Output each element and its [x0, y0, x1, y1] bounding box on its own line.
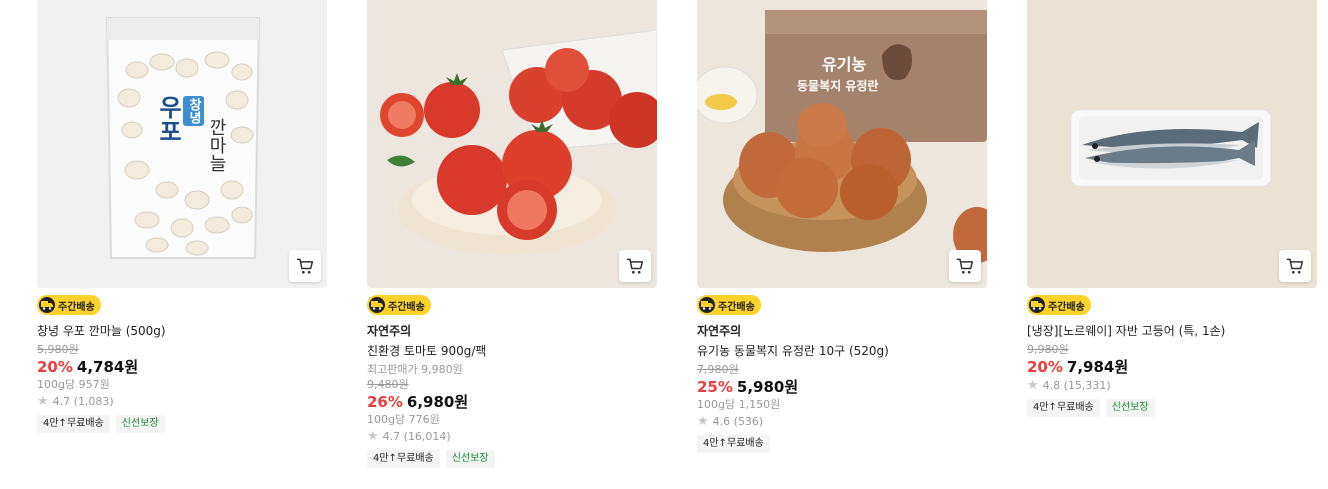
star-icon: ★ — [367, 429, 379, 444]
product-name[interactable]: 유기농 동물복지 유정란 10구 (520g) — [697, 343, 987, 359]
add-to-cart-button[interactable] — [289, 250, 321, 282]
price-row: 20% 4,784원 — [37, 357, 327, 377]
delivery-badge: 주간배송 — [37, 295, 101, 315]
tag-list: 4만↑무료배송 신선보장 — [37, 415, 327, 433]
product-card[interactable]: 주간배송 [냉장][노르웨이] 자반 고등어 (특, 1손) 9,980원 20… — [1027, 0, 1317, 417]
badge-label: 주간배송 — [58, 301, 95, 313]
rating: ★ 4.6 (536) — [697, 413, 987, 431]
mackerel-image — [1027, 0, 1317, 288]
add-to-cart-button[interactable] — [1279, 250, 1311, 282]
free-shipping-tag: 4만↑무료배송 — [1027, 399, 1100, 417]
discount-rate: 25% — [697, 378, 733, 396]
product-card[interactable]: 주간배송 자연주의 친환경 토마토 900g/팩 최고판매가 9,980원 9,… — [367, 0, 657, 468]
price-row: 20% 7,984원 — [1027, 357, 1317, 377]
brand-name: 자연주의 — [367, 324, 412, 338]
unit-price: 100g당 1,150원 — [697, 398, 781, 411]
rating-value: 4.6 (536) — [712, 415, 764, 428]
cart-icon — [296, 258, 314, 274]
product-card[interactable]: 우포 창녕 깐마늘 주간배송 창녕 우포 깐마늘 (500g) 5,980원 2… — [37, 0, 327, 433]
tag-list: 4만↑무료배송 신선보장 — [367, 450, 657, 468]
badge-label: 주간배송 — [1048, 301, 1085, 313]
rating: ★ 4.7 (16,014) — [367, 428, 657, 446]
package-organic-label: 유기농 — [822, 55, 867, 74]
delivery-badge: 주간배송 — [367, 295, 431, 315]
tag-list: 4만↑무료배송 신선보장 — [1027, 399, 1317, 417]
product-image[interactable] — [367, 0, 657, 288]
discount-rate: 20% — [1027, 358, 1063, 376]
unit-price: 100g당 776원 — [367, 413, 440, 426]
delivery-badge: 주간배송 — [697, 295, 761, 315]
package-label: 우포 — [154, 95, 182, 143]
add-to-cart-button[interactable] — [619, 250, 651, 282]
rating-value: 4.7 (16,014) — [382, 430, 451, 443]
product-image[interactable] — [1027, 0, 1317, 288]
product-grid: 우포 창녕 깐마늘 주간배송 창녕 우포 깐마늘 (500g) 5,980원 2… — [0, 0, 1328, 489]
cart-icon — [956, 258, 974, 274]
fresh-guarantee-tag: 신선보장 — [1105, 399, 1155, 417]
sale-price: 6,980원 — [406, 393, 469, 411]
sale-price: 7,984원 — [1066, 358, 1129, 376]
delivery-truck-icon — [39, 297, 55, 313]
delivery-truck-icon — [699, 297, 715, 313]
badge-label: 주간배송 — [388, 301, 425, 313]
free-shipping-tag: 4만↑무료배송 — [367, 450, 440, 468]
unit-price: 100g당 957원 — [37, 378, 110, 391]
add-to-cart-button[interactable] — [949, 250, 981, 282]
product-card[interactable]: 유기농 동물복지 유정란 주간배송 자연주의 유기농 동물복지 유정란 10구 … — [697, 0, 987, 453]
badge-label: 주간배송 — [718, 301, 755, 313]
tomatoes-image — [367, 0, 657, 288]
rating-value: 4.8 (15,331) — [1042, 379, 1111, 392]
brand-name: 자연주의 — [697, 324, 742, 338]
eggs-image — [697, 0, 987, 288]
star-icon: ★ — [697, 414, 709, 429]
original-price: 5,980원 — [37, 343, 79, 356]
free-shipping-tag: 4만↑무료배송 — [697, 435, 770, 453]
product-image[interactable]: 유기농 동물복지 유정란 — [697, 0, 987, 288]
sale-price: 5,980원 — [736, 378, 799, 396]
discount-rate: 26% — [367, 393, 403, 411]
discount-rate: 20% — [37, 358, 73, 376]
star-icon: ★ — [1027, 378, 1039, 393]
delivery-truck-icon — [1029, 297, 1045, 313]
product-image[interactable]: 우포 창녕 깐마늘 — [37, 0, 327, 288]
original-price: 7,980원 — [697, 363, 739, 376]
original-price: 9,980원 — [1027, 343, 1069, 356]
price-row: 25% 5,980원 — [697, 377, 987, 397]
garlic-bag-image — [37, 0, 327, 288]
free-shipping-tag: 4만↑무료배송 — [37, 415, 110, 433]
cart-icon — [1286, 258, 1304, 274]
rating: ★ 4.8 (15,331) — [1027, 377, 1317, 395]
delivery-badge: 주간배송 — [1027, 295, 1091, 315]
cart-icon — [626, 258, 644, 274]
sale-price: 4,784원 — [76, 358, 139, 376]
product-name[interactable]: [냉장][노르웨이] 자반 고등어 (특, 1손) — [1027, 323, 1317, 339]
fresh-guarantee-tag: 신선보장 — [445, 450, 495, 468]
rating: ★ 4.7 (1,083) — [37, 393, 327, 411]
product-name[interactable]: 창녕 우포 깐마늘 (500g) — [37, 323, 327, 339]
tag-list: 4만↑무료배송 — [697, 435, 987, 453]
original-price: 9,480원 — [367, 378, 409, 391]
package-product-label: 깐마늘 — [206, 118, 227, 172]
package-product-label: 동물복지 유정란 — [797, 79, 879, 93]
product-name[interactable]: 친환경 토마토 900g/팩 — [367, 343, 657, 359]
max-price: 최고판매가 9,980원 — [367, 363, 463, 376]
star-icon: ★ — [37, 394, 49, 409]
delivery-truck-icon — [369, 297, 385, 313]
fresh-guarantee-tag: 신선보장 — [115, 415, 165, 433]
package-sub-label: 창녕 — [183, 96, 204, 126]
rating-value: 4.7 (1,083) — [52, 395, 114, 408]
price-row: 26% 6,980원 — [367, 392, 657, 412]
